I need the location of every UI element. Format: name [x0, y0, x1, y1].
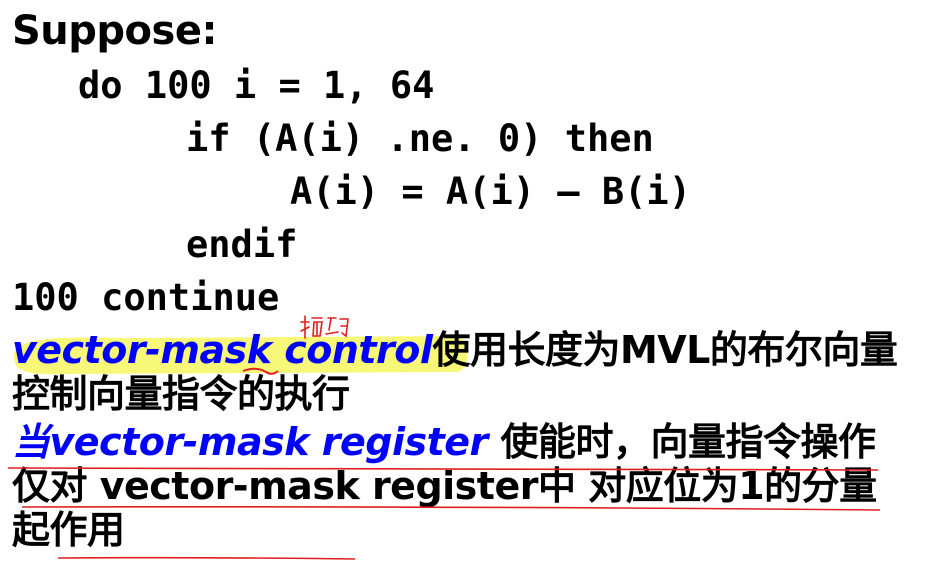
code-line-5: 100 continue [12, 276, 280, 319]
page-heading: Suppose: [12, 8, 217, 54]
code-line-3: A(i) = A(i) – B(i) [290, 170, 691, 213]
paragraph-vector-mask-control: vector-mask control使用长度为MVL的布尔向量控制向量指令的执… [12, 328, 912, 416]
code-line-2: if (A(i) .ne. 0) then [186, 117, 654, 160]
term-vector-mask-register: vector-mask register [49, 420, 489, 464]
term-prefix: 当 [12, 420, 50, 464]
ink-underline-3 [57, 556, 356, 560]
paragraph-vector-mask-register: 当vector-mask register 使能时，向量指令操作仅对 vecto… [12, 420, 912, 552]
term-vector-mask-control: vector-mask control [12, 328, 433, 372]
code-line-1: do 100 i = 1, 64 [78, 64, 435, 107]
code-line-4: endif [186, 223, 298, 266]
